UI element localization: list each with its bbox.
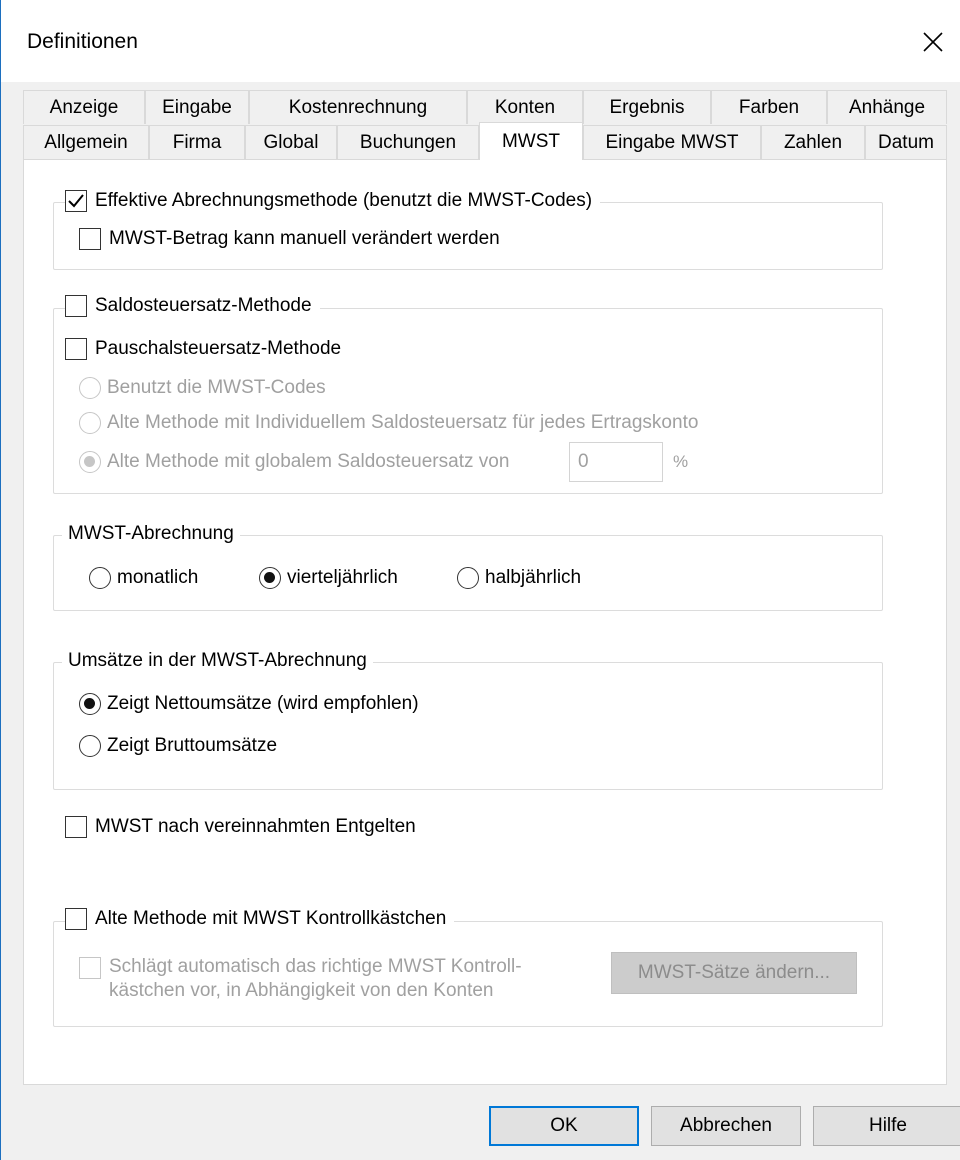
control-box-method-label: Alte Methode mit MWST Kontrollkästchen	[95, 908, 447, 929]
radio-dot	[264, 572, 275, 583]
tab-konten[interactable]: Konten	[467, 90, 583, 124]
tab-kostenrechnung[interactable]: Kostenrechnung	[249, 90, 467, 124]
radio-button[interactable]	[79, 451, 101, 473]
tab-allgemein[interactable]: Allgemein	[23, 125, 149, 159]
auto-suggest-line-2: kästchen vor, in Abhängigkeit von den Ko…	[109, 980, 494, 1001]
ok-button[interactable]: OK	[489, 1106, 639, 1146]
radio-dot	[84, 698, 95, 709]
pauschal-method-label: Pauschalsteuersatz-Methode	[95, 338, 342, 359]
tab-anhaenge[interactable]: Anhänge	[827, 90, 947, 124]
radio-button[interactable]	[259, 567, 281, 589]
change-vat-rates-button[interactable]: MWST-Sätze ändern...	[611, 952, 857, 994]
tab-datum[interactable]: Datum	[865, 125, 947, 159]
saldo-option-label: Alte Methode mit Individuellem Saldosteu…	[107, 412, 699, 433]
manual-vat-label: MWST-Betrag kann manuell verändert werde…	[109, 228, 500, 249]
vat-period-legend: MWST-Abrechnung	[62, 523, 240, 545]
tab-global[interactable]: Global	[245, 125, 337, 159]
help-button[interactable]: Hilfe	[813, 1106, 960, 1146]
checkbox-box[interactable]	[65, 816, 87, 838]
tab-farben[interactable]: Farben	[711, 90, 827, 124]
period-monthly-label: monatlich	[117, 567, 199, 588]
saldo-option-individual[interactable]: Alte Methode mit Individuellem Saldosteu…	[79, 412, 698, 434]
tab-eingabe[interactable]: Eingabe	[145, 90, 249, 124]
turnover-gross-radio[interactable]: Zeigt Bruttoumsätze	[79, 735, 277, 757]
turnover-net-label: Zeigt Nettoumsätze (wird empfohlen)	[107, 693, 419, 714]
auto-suggest-label: Schlägt automatisch das richtige MWST Ko…	[109, 955, 522, 1003]
tab-firma[interactable]: Firma	[149, 125, 245, 159]
radio-button[interactable]	[457, 567, 479, 589]
radio-button[interactable]	[89, 567, 111, 589]
turnover-group: Umsätze in der MWST-Abrechnung	[53, 650, 883, 790]
tab-ergebnis[interactable]: Ergebnis	[583, 90, 711, 124]
saldo-option-label: Alte Methode mit globalem Saldosteuersat…	[107, 451, 510, 472]
global-rate-input[interactable]	[569, 442, 663, 482]
pauschal-method-checkbox[interactable]: Pauschalsteuersatz-Methode	[65, 338, 341, 360]
cancel-button[interactable]: Abbrechen	[651, 1106, 801, 1146]
control-box-method-checkbox[interactable]: Alte Methode mit MWST Kontrollkästchen	[65, 908, 455, 930]
effective-method-checkbox[interactable]: Effektive Abrechnungsmethode (benutzt di…	[65, 190, 601, 212]
radio-dot	[84, 456, 95, 467]
window-title: Definitionen	[27, 30, 138, 53]
period-halfyearly-label: halbjährlich	[485, 567, 582, 588]
tab-zahlen[interactable]: Zahlen	[761, 125, 865, 159]
turnover-net-radio[interactable]: Zeigt Nettoumsätze (wird empfohlen)	[79, 693, 419, 715]
checkbox-box[interactable]	[65, 190, 87, 212]
tab-anzeige[interactable]: Anzeige	[23, 90, 145, 124]
radio-button[interactable]	[79, 412, 101, 434]
checkbox-box[interactable]	[79, 957, 101, 979]
close-icon	[923, 32, 943, 52]
saldo-option-vat-codes[interactable]: Benutzt die MWST-Codes	[79, 377, 326, 399]
radio-button[interactable]	[79, 735, 101, 757]
period-monthly-radio[interactable]: monatlich	[89, 567, 198, 589]
saldo-option-label: Benutzt die MWST-Codes	[107, 377, 326, 398]
tab-eingabe-mwst[interactable]: Eingabe MWST	[583, 125, 761, 159]
saldo-method-label: Saldosteuersatz-Methode	[95, 295, 312, 316]
close-button[interactable]	[913, 22, 953, 62]
percent-unit: %	[673, 452, 689, 471]
manual-vat-checkbox[interactable]: MWST-Betrag kann manuell verändert werde…	[79, 228, 500, 250]
radio-button[interactable]	[79, 693, 101, 715]
checkbox-box[interactable]	[65, 908, 87, 930]
turnover-gross-label: Zeigt Bruttoumsätze	[107, 735, 278, 756]
period-quarterly-label: vierteljährlich	[287, 567, 398, 588]
saldo-option-global[interactable]: Alte Methode mit globalem Saldosteuersat…	[79, 451, 509, 473]
checkbox-box[interactable]	[65, 338, 87, 360]
checkbox-box[interactable]	[79, 228, 101, 250]
checkmark-icon	[68, 194, 84, 208]
received-payments-label: MWST nach vereinnahmten Entgelten	[95, 816, 416, 837]
radio-button[interactable]	[79, 377, 101, 399]
checkbox-box[interactable]	[65, 295, 87, 317]
period-quarterly-radio[interactable]: vierteljährlich	[259, 567, 398, 589]
title-bar: Definitionen	[1, 0, 960, 82]
auto-suggest-line-1: Schlägt automatisch das richtige MWST Ko…	[109, 956, 522, 977]
tab-mwst[interactable]: MWST	[479, 122, 583, 160]
saldo-method-checkbox[interactable]: Saldosteuersatz-Methode	[65, 295, 320, 317]
definitions-dialog: Definitionen Anzeige Eingabe Kostenrechn…	[0, 0, 960, 1160]
turnover-legend: Umsätze in der MWST-Abrechnung	[62, 650, 373, 672]
period-halfyearly-radio[interactable]: halbjährlich	[457, 567, 581, 589]
tab-buchungen[interactable]: Buchungen	[337, 125, 479, 159]
auto-suggest-checkbox[interactable]: Schlägt automatisch das richtige MWST Ko…	[79, 955, 522, 1003]
received-payments-checkbox[interactable]: MWST nach vereinnahmten Entgelten	[65, 816, 416, 838]
effective-method-label: Effektive Abrechnungsmethode (benutzt di…	[95, 190, 593, 211]
